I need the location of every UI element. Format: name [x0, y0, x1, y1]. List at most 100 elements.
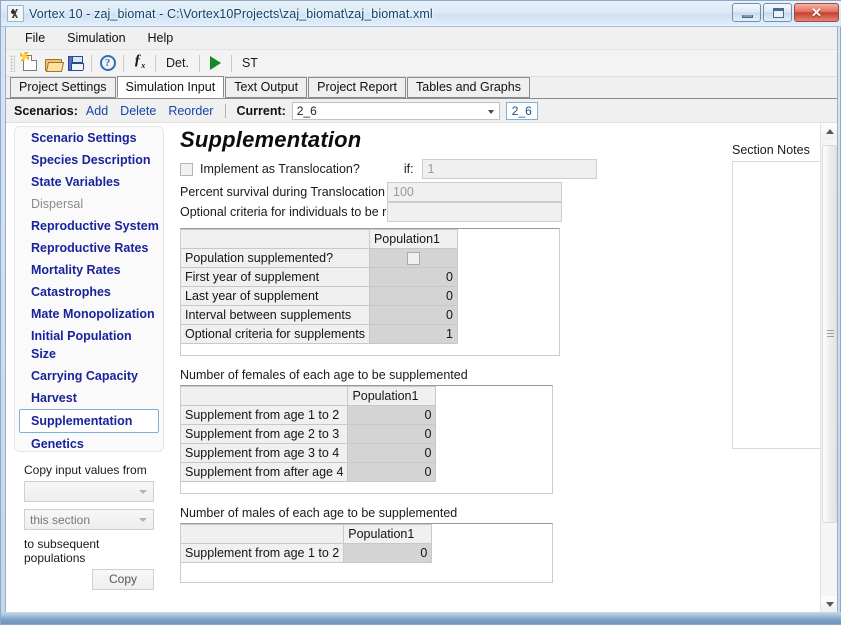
cell-population-supplemented[interactable] — [368, 248, 458, 268]
content-pane: Supplementation Implement as Translocati… — [172, 123, 822, 613]
table-header-row: Population1 — [181, 229, 458, 249]
toolbar-grip[interactable] — [10, 54, 15, 72]
table-row: Supplement from age 2 to 3 0 — [181, 424, 437, 444]
maximize-icon — [773, 8, 784, 18]
sidebar-item-carrying-capacity[interactable]: Carrying Capacity — [19, 365, 159, 387]
if-value-field[interactable]: 1 — [421, 159, 597, 179]
sidebar-item-mate-monopolization[interactable]: Mate Monopolization — [19, 303, 159, 325]
new-file-button[interactable] — [18, 52, 41, 74]
tab-simulation-input[interactable]: Simulation Input — [116, 76, 225, 98]
row-label-last-year: Last year of supplement — [181, 286, 370, 306]
save-disk-icon — [68, 55, 84, 71]
maximize-button[interactable] — [763, 3, 792, 22]
current-scenario-label: Current: — [236, 103, 286, 118]
females-supplement-table: Population1 Supplement from age 1 to 2 0… — [181, 386, 437, 482]
application-window: Vortex 10 - zaj_biomat - C:\Vortex10Proj… — [0, 0, 841, 625]
row-label-female-age-2-3: Supplement from age 2 to 3 — [181, 424, 349, 444]
column-header-population1: Population1 — [347, 386, 437, 406]
column-header-population1: Population1 — [368, 229, 458, 249]
open-folder-icon — [44, 57, 62, 71]
sidebar-item-catastrophes[interactable]: Catastrophes — [19, 281, 159, 303]
tab-project-report[interactable]: Project Report — [308, 77, 407, 98]
run-play-icon — [209, 56, 221, 70]
copy-button[interactable]: Copy — [92, 569, 154, 590]
close-button[interactable]: ✕ — [794, 3, 839, 22]
minimize-button[interactable] — [732, 3, 761, 22]
table-row: Interval between supplements 0 — [181, 305, 458, 325]
section-notes-textarea[interactable] — [732, 161, 822, 449]
section-notes-panel: Section Notes — [732, 123, 822, 449]
tab-tables-and-graphs[interactable]: Tables and Graphs — [407, 77, 530, 98]
cell-female-age-2-3[interactable]: 0 — [347, 424, 437, 444]
copy-source-combo[interactable] — [24, 481, 154, 502]
sidebar-item-reproductive-rates[interactable]: Reproductive Rates — [19, 237, 159, 259]
cell-female-age-1-2[interactable]: 0 — [347, 405, 437, 425]
cell-first-year[interactable]: 0 — [368, 267, 458, 287]
toolbar-separator — [123, 54, 124, 72]
scenario-delete-link[interactable]: Delete — [120, 104, 156, 118]
sidebar-item-scenario-settings[interactable]: Scenario Settings — [19, 127, 159, 149]
population-supplemented-checkbox[interactable] — [406, 252, 420, 266]
row-label-male-age-1-2: Supplement from age 1 to 2 — [181, 543, 345, 563]
sidebar-item-initial-population-size[interactable]: Initial Population Size — [19, 325, 159, 365]
cell-interval[interactable]: 0 — [368, 305, 458, 325]
scroll-up-icon — [826, 129, 834, 134]
scenario-chip[interactable]: 2_6 — [505, 101, 538, 120]
scroll-down-button[interactable] — [821, 596, 837, 613]
deterministic-button[interactable]: Det. — [160, 56, 195, 70]
main-body: Scenario Settings Species Description St… — [6, 123, 837, 613]
sidebar-item-dispersal: Dispersal — [31, 197, 84, 211]
table-header-row: Population1 — [181, 524, 433, 544]
table-row: First year of supplement 0 — [181, 267, 458, 287]
sidebar-item-species-description[interactable]: Species Description — [19, 149, 159, 171]
scenario-add-link[interactable]: Add — [86, 104, 108, 118]
scenario-reorder-link[interactable]: Reorder — [168, 104, 213, 118]
menu-file[interactable]: File — [14, 28, 56, 49]
implement-translocation-label: Implement as Translocation? — [200, 162, 360, 176]
tab-project-settings[interactable]: Project Settings — [10, 77, 116, 98]
row-label-interval: Interval between supplements — [181, 305, 370, 325]
table-corner-cell — [181, 524, 345, 544]
scrollbar-thumb[interactable] — [822, 145, 837, 523]
current-scenario-combo[interactable]: 2_6 — [291, 101, 500, 120]
cell-last-year[interactable]: 0 — [368, 286, 458, 306]
percent-survival-label: Percent survival during Translocation — [180, 185, 385, 199]
chevron-down-icon — [139, 518, 147, 522]
client-area: File Simulation Help ? ƒx Det. ST Projec… — [5, 27, 838, 614]
females-table-caption: Number of females of each age to be supp… — [180, 368, 468, 382]
optional-criteria-released-field[interactable] — [387, 202, 562, 222]
content-vertical-scrollbar[interactable] — [820, 123, 837, 613]
scroll-up-button[interactable] — [821, 123, 837, 140]
copy-section-combo[interactable]: this section — [24, 509, 154, 530]
row-label-first-year: First year of supplement — [181, 267, 370, 287]
menu-simulation[interactable]: Simulation — [56, 28, 136, 49]
toolbar-separator — [198, 54, 200, 72]
run-button[interactable] — [204, 52, 227, 74]
save-file-button[interactable] — [64, 52, 87, 74]
sidebar-item-supplementation[interactable]: Supplementation — [19, 409, 159, 433]
cell-female-age-3-4[interactable]: 0 — [347, 443, 437, 463]
tab-strip: Project Settings Simulation Input Text O… — [6, 76, 837, 99]
help-button[interactable]: ? — [96, 52, 119, 74]
implement-translocation-checkbox[interactable] — [180, 162, 193, 176]
sidebar-item-reproductive-system[interactable]: Reproductive System — [19, 215, 159, 237]
function-button[interactable]: ƒx — [128, 52, 151, 74]
cell-male-age-1-2[interactable]: 0 — [343, 543, 433, 563]
open-file-button[interactable] — [41, 52, 64, 74]
sidebar-item-harvest[interactable]: Harvest — [19, 387, 159, 409]
cell-optional-criteria[interactable]: 1 — [368, 324, 458, 344]
percent-survival-field[interactable]: 100 — [387, 182, 562, 202]
current-scenario-value: 2_6 — [296, 103, 317, 118]
menu-help[interactable]: Help — [137, 28, 185, 49]
sidebar-item-mortality-rates[interactable]: Mortality Rates — [19, 259, 159, 281]
sidebar-nav: Scenario Settings Species Description St… — [14, 126, 164, 452]
table-corner-cell — [181, 229, 370, 249]
sidebar-item-genetics[interactable]: Genetics — [19, 433, 159, 455]
males-table-caption: Number of males of each age to be supple… — [180, 506, 458, 520]
column-header-population1: Population1 — [343, 524, 433, 544]
cell-female-after-age-4[interactable]: 0 — [347, 462, 437, 482]
tab-text-output[interactable]: Text Output — [225, 77, 308, 98]
st-button[interactable]: ST — [236, 56, 264, 70]
sidebar-item-state-variables[interactable]: State Variables — [19, 171, 159, 193]
table-row: Optional criteria for supplements 1 — [181, 324, 458, 344]
